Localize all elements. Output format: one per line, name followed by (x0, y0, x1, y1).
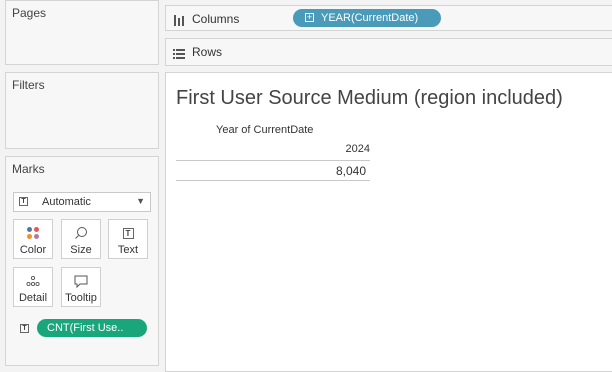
rows-shelf[interactable]: Rows (165, 38, 612, 66)
text-button[interactable]: T Text (108, 219, 148, 259)
marks-card: Marks T Automatic ▼ Color Size T Text De… (5, 156, 159, 366)
detail-button[interactable]: Detail (13, 267, 53, 307)
row-divider (176, 180, 370, 181)
text-mark-icon: T (19, 197, 28, 206)
mark-type-label: Automatic (42, 196, 91, 208)
year-currentdate-pill[interactable]: + YEAR(CurrentDate) (293, 9, 441, 27)
detail-label: Detail (18, 292, 48, 304)
header-divider (176, 160, 370, 161)
column-header: Year of CurrentDate (216, 124, 314, 136)
pages-title: Pages (12, 6, 47, 20)
rows-icon (173, 46, 185, 64)
expand-plus-icon[interactable]: + (305, 13, 314, 22)
columns-icon (173, 13, 185, 31)
year-pill-label: YEAR(CurrentDate) (321, 12, 419, 24)
size-label: Size (70, 244, 92, 256)
text-encoding-icon: T (20, 324, 29, 333)
marks-title: Marks (12, 162, 45, 176)
color-label: Color (19, 244, 47, 256)
viz-canvas[interactable]: First User Source Medium (region include… (165, 72, 612, 372)
filters-title: Filters (12, 78, 45, 92)
size-button[interactable]: Size (61, 219, 101, 259)
viz-title: First User Source Medium (region include… (176, 87, 563, 109)
columns-label: Columns (192, 12, 240, 26)
mark-type-dropdown[interactable]: T Automatic ▼ (13, 192, 151, 212)
value-cell[interactable]: 8,040 (176, 164, 366, 178)
text-icon: T (109, 226, 147, 240)
color-icon (14, 226, 52, 240)
cnt-field-pill[interactable]: CNT(First Use.. (37, 319, 147, 337)
color-button[interactable]: Color (13, 219, 53, 259)
pages-shelf[interactable]: Pages (5, 0, 159, 65)
size-icon (62, 226, 100, 240)
tooltip-button[interactable]: Tooltip (61, 267, 101, 307)
year-header-cell[interactable]: 2024 (176, 143, 370, 155)
filters-shelf[interactable]: Filters (5, 72, 159, 149)
text-label: Text (117, 244, 139, 256)
tooltip-label: Tooltip (65, 292, 97, 304)
columns-shelf[interactable]: Columns + YEAR(CurrentDate) (165, 5, 612, 31)
tooltip-icon (62, 274, 100, 288)
rows-label: Rows (192, 45, 223, 59)
detail-icon (14, 274, 52, 288)
chevron-down-icon: ▼ (136, 196, 145, 206)
